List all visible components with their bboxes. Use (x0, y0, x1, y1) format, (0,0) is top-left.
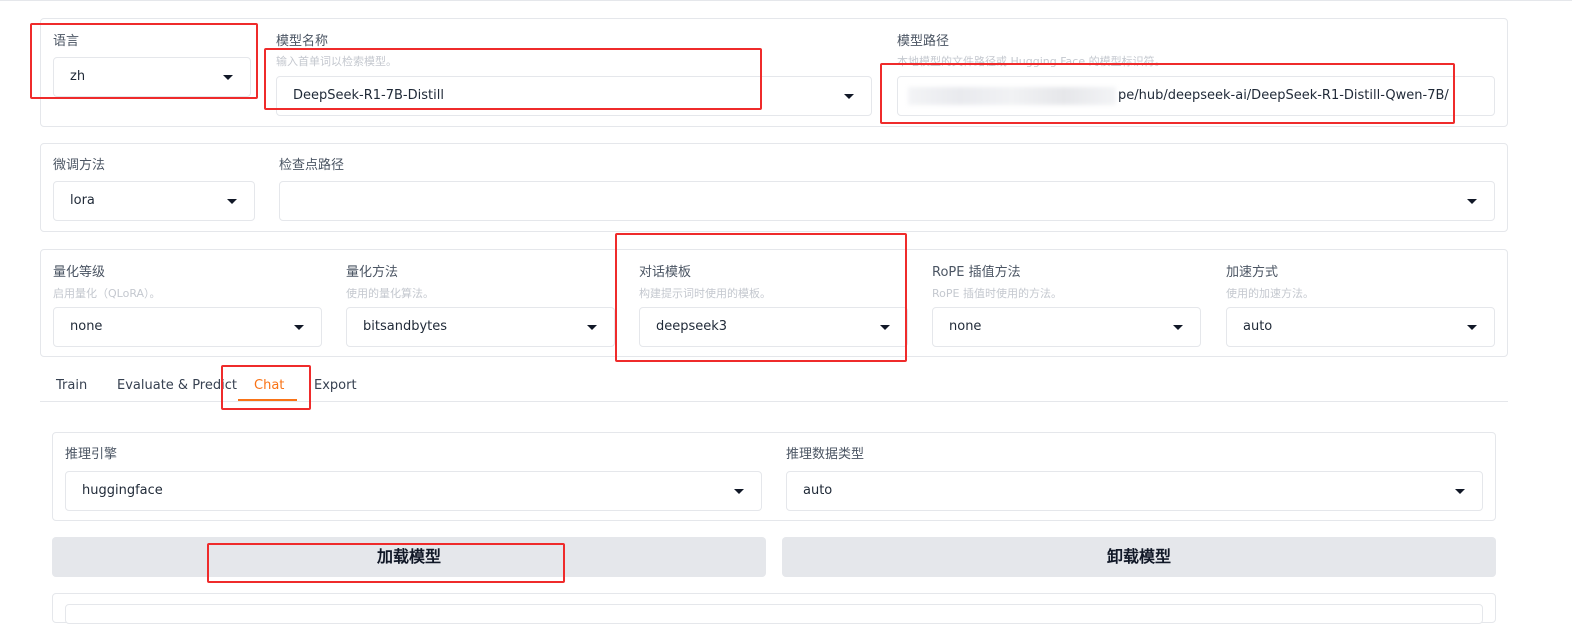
chevron-down-icon (880, 325, 890, 330)
infer-dtype-dropdown[interactable]: auto (786, 471, 1483, 511)
model-name-hint: 输入首单词以检索模型。 (276, 55, 397, 68)
finetune-method-label: 微调方法 (53, 158, 106, 173)
template-value: deepseek3 (656, 319, 728, 334)
chevron-down-icon (294, 325, 304, 330)
infer-backend-value: huggingface (82, 483, 163, 498)
finetune-method-dropdown[interactable]: lora (53, 181, 255, 221)
template-hint: 构建提示词时使用的模板。 (639, 287, 771, 300)
chevron-down-icon (1173, 325, 1183, 330)
checkpoint-dropdown[interactable] (279, 181, 1495, 221)
quant-method-label: 量化方法 (346, 265, 399, 280)
chevron-down-icon (227, 199, 237, 204)
tab-chat[interactable]: Chat (254, 378, 284, 393)
checkpoint-label: 检查点路径 (279, 158, 345, 173)
chevron-down-icon (223, 75, 233, 80)
quant-method-dropdown[interactable]: bitsandbytes (346, 307, 615, 347)
language-label: 语言 (53, 34, 80, 49)
model-name-label: 模型名称 (276, 34, 329, 49)
infer-dtype-label: 推理数据类型 (786, 447, 865, 462)
tab-evaluate-predict[interactable]: Evaluate & Predict (117, 378, 237, 393)
language-value: zh (70, 69, 86, 84)
quant-bit-dropdown[interactable]: none (53, 307, 322, 347)
chevron-down-icon (844, 94, 854, 99)
rope-dropdown[interactable]: none (932, 307, 1201, 347)
tab-export[interactable]: Export (314, 378, 357, 393)
model-name-dropdown[interactable]: DeepSeek-R1-7B-Distill (276, 76, 872, 116)
booster-hint: 使用的加速方法。 (1226, 287, 1314, 300)
infer-dtype-value: auto (803, 483, 833, 498)
active-tab-underline (238, 399, 297, 401)
chat-box-inner (65, 604, 1483, 624)
booster-label: 加速方式 (1226, 265, 1279, 280)
finetune-method-value: lora (70, 193, 95, 208)
infer-backend-dropdown[interactable]: huggingface (65, 471, 762, 511)
model-path-hint: 本地模型的文件路径或 Hugging Face 的模型标识符。 (897, 55, 1166, 68)
quant-bit-hint: 启用量化（QLoRA）。 (53, 287, 161, 300)
model-path-value: pe/hub/deepseek-ai/DeepSeek-R1-Distill-Q… (1118, 88, 1449, 103)
model-name-value: DeepSeek-R1-7B-Distill (293, 88, 444, 103)
chevron-down-icon (587, 325, 597, 330)
model-path-input[interactable]: pe/hub/deepseek-ai/DeepSeek-R1-Distill-Q… (897, 76, 1495, 116)
quant-bit-value: none (70, 319, 103, 334)
tab-train[interactable]: Train (56, 378, 87, 393)
template-dropdown[interactable]: deepseek3 (639, 307, 908, 347)
rope-label: RoPE 插值方法 (932, 265, 1021, 280)
top-divider (0, 0, 1572, 1)
unload-model-button[interactable]: 卸载模型 (782, 537, 1496, 577)
load-model-button[interactable]: 加载模型 (52, 537, 766, 577)
quant-method-value: bitsandbytes (363, 319, 448, 334)
chevron-down-icon (734, 489, 744, 494)
chevron-down-icon (1455, 489, 1465, 494)
model-path-label: 模型路径 (897, 34, 950, 49)
rope-value: none (949, 319, 982, 334)
quant-bit-label: 量化等级 (53, 265, 106, 280)
booster-value: auto (1243, 319, 1273, 334)
language-dropdown[interactable]: zh (53, 57, 251, 97)
redacted-path-blur (908, 87, 1116, 105)
tab-bar-divider (40, 401, 1508, 402)
template-label: 对话模板 (639, 265, 692, 280)
booster-dropdown[interactable]: auto (1226, 307, 1495, 347)
rope-hint: RoPE 插值时使用的方法。 (932, 287, 1062, 300)
infer-backend-label: 推理引擎 (65, 447, 118, 462)
quant-method-hint: 使用的量化算法。 (346, 287, 434, 300)
chevron-down-icon (1467, 199, 1477, 204)
chevron-down-icon (1467, 325, 1477, 330)
